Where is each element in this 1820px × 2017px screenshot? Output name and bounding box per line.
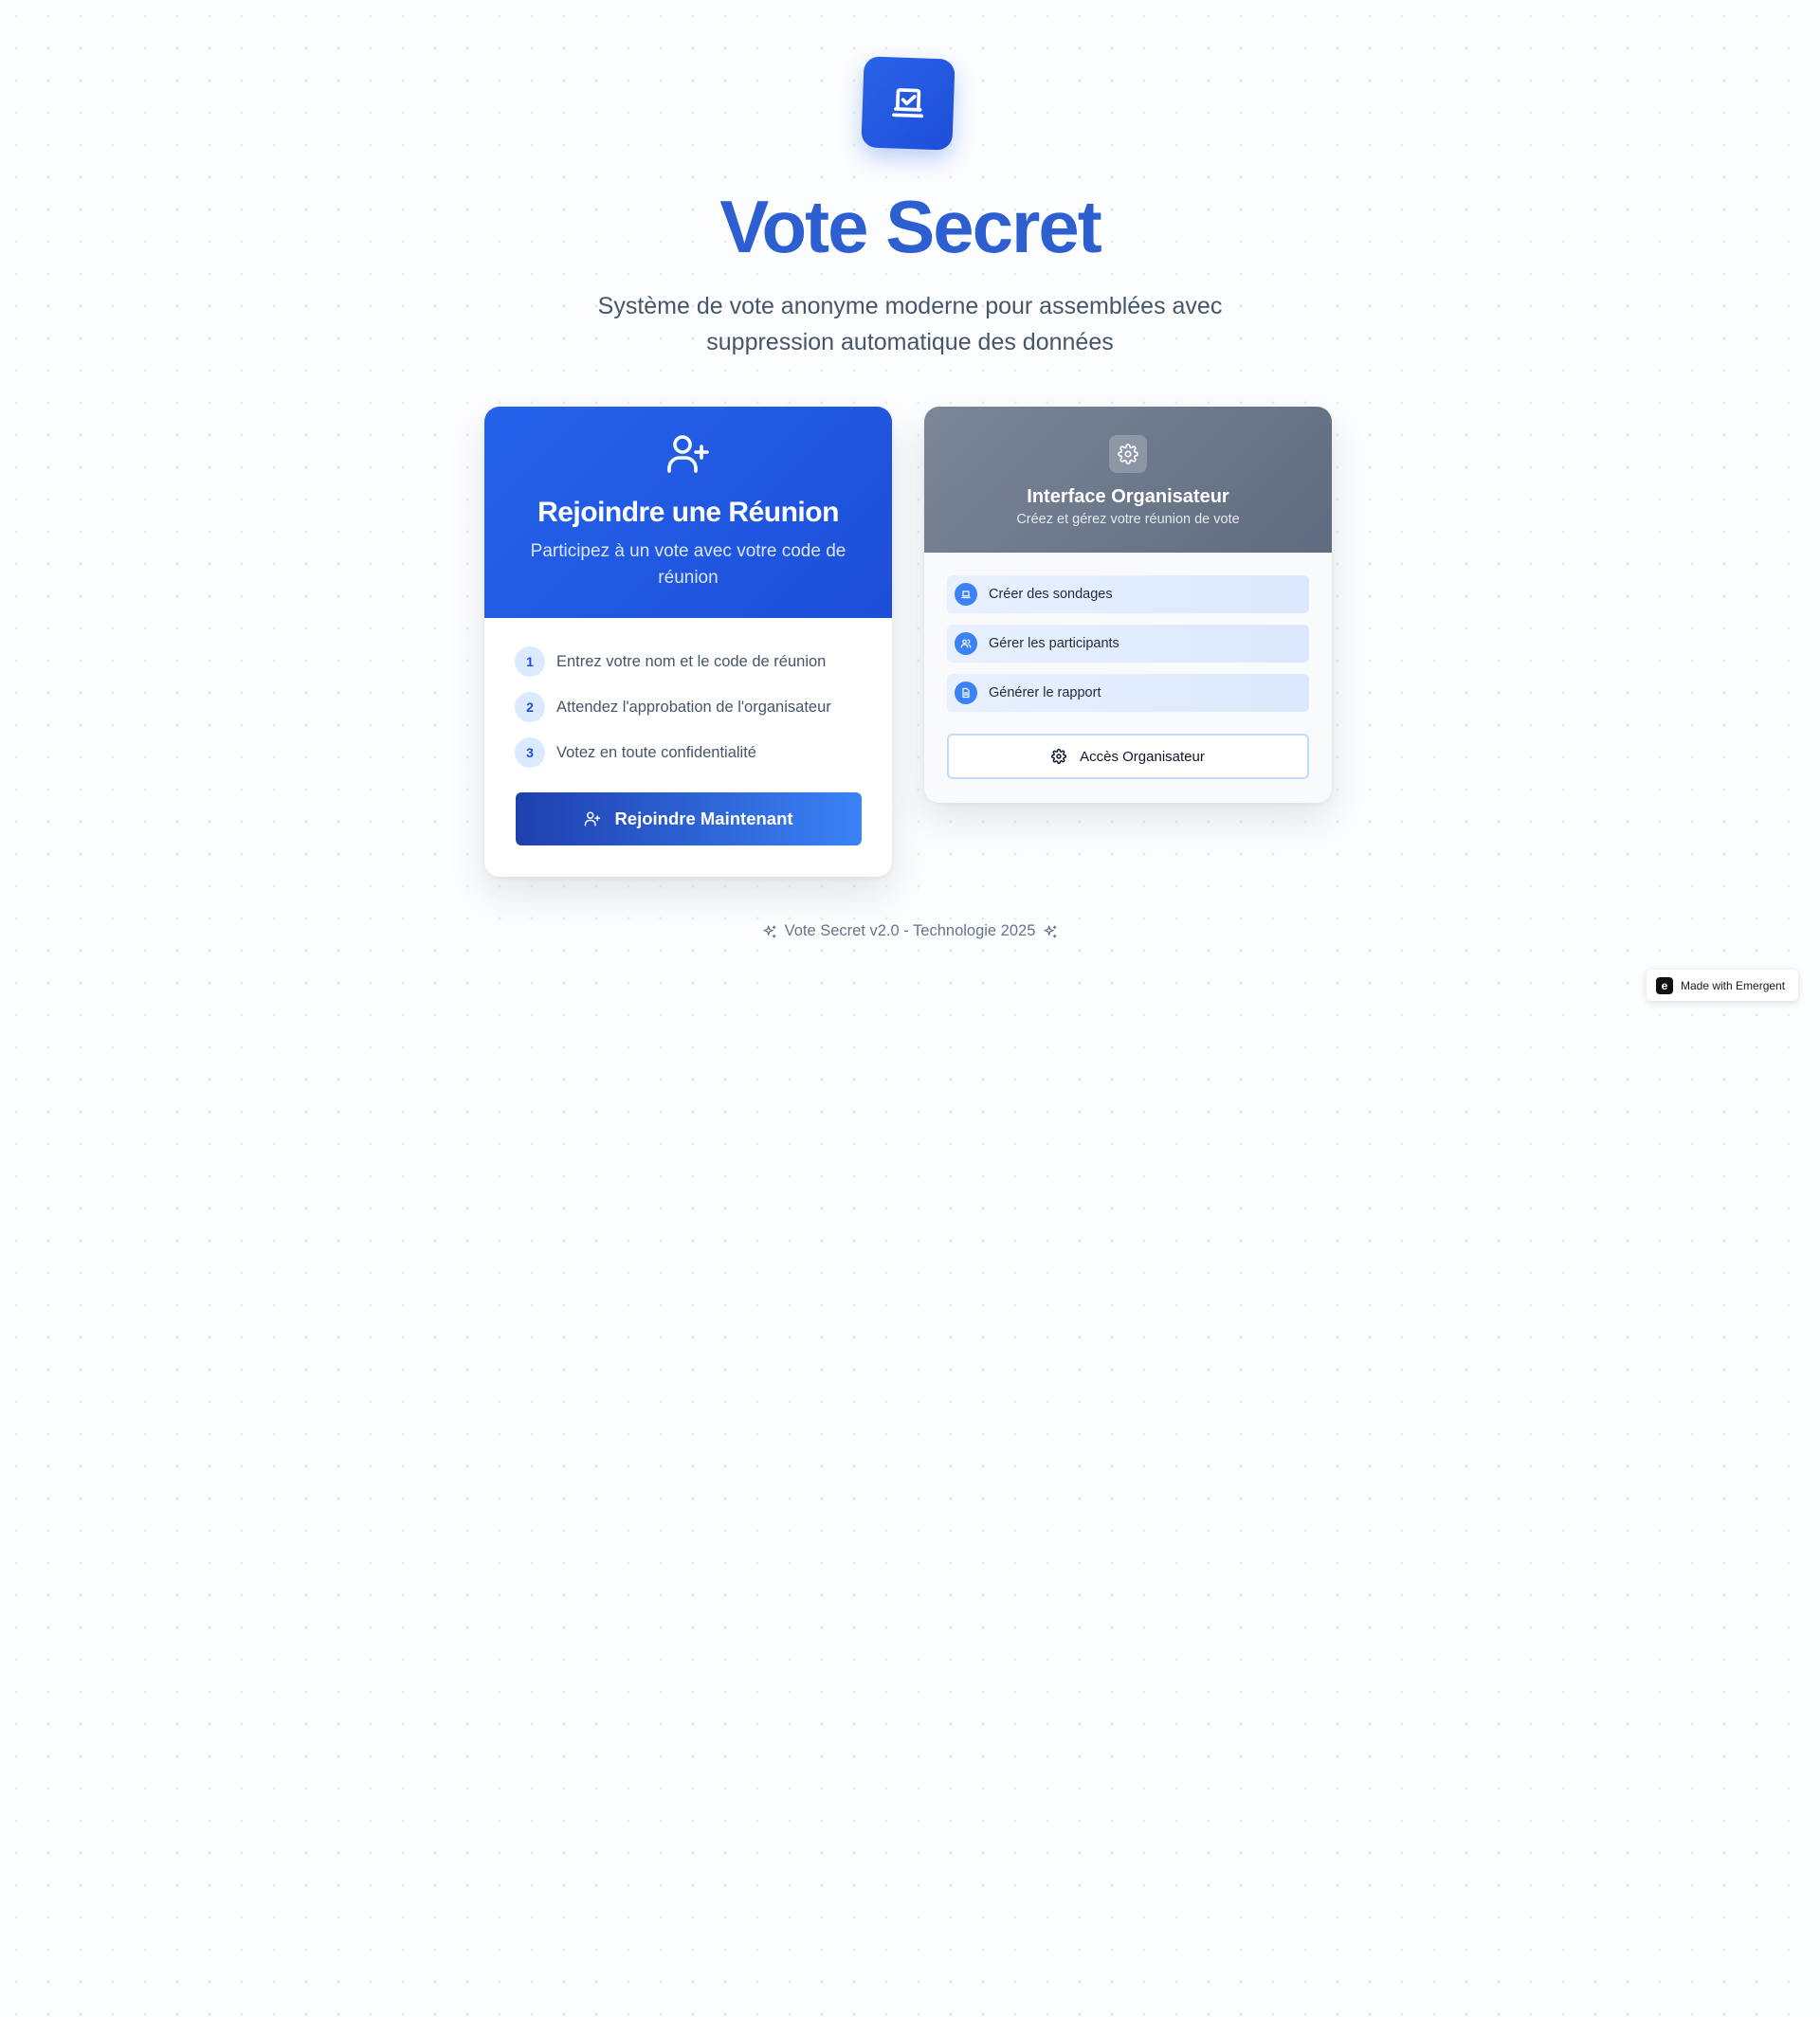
- footer: Vote Secret v2.0 - Technologie 2025: [0, 922, 1820, 940]
- feature-text: Gérer les participants: [989, 636, 1119, 651]
- subtitle-line-2: suppression automatique des données: [706, 329, 1114, 355]
- made-with-emergent-badge[interactable]: e Made with Emergent: [1647, 970, 1798, 1001]
- step-item: 2 Attendez l'approbation de l'organisate…: [515, 684, 862, 730]
- badge-text: Made with Emergent: [1681, 978, 1786, 992]
- join-card-header: Rejoindre une Réunion Participez à un vo…: [484, 407, 892, 618]
- users-icon: [955, 632, 977, 655]
- organizer-features-list: Créer des sondages Gérer les participant…: [924, 553, 1332, 712]
- feature-generate-report: Générer le rapport: [947, 674, 1309, 712]
- step-number: 1: [515, 646, 545, 677]
- step-item: 3 Votez en toute confidentialité: [515, 730, 862, 775]
- user-plus-icon: [667, 435, 709, 473]
- step-text: Attendez l'approbation de l'organisateur: [556, 698, 831, 716]
- gear-icon: [1118, 444, 1138, 464]
- join-meeting-card: Rejoindre une Réunion Participez à un vo…: [484, 407, 892, 877]
- join-card-title: Rejoindre une Réunion: [537, 497, 839, 528]
- gear-icon: [1051, 749, 1067, 764]
- ballot-icon: [955, 583, 977, 606]
- feature-manage-participants: Gérer les participants: [947, 625, 1309, 663]
- organizer-access-button[interactable]: Accès Organisateur: [947, 734, 1309, 779]
- sparkles-icon: [1044, 924, 1058, 938]
- ballot-check-icon: [892, 88, 924, 118]
- user-plus-icon: [585, 811, 601, 827]
- footer-text: Vote Secret v2.0 - Technologie 2025: [784, 922, 1036, 939]
- organizer-card-header: Interface Organisateur Créez et gérez vo…: [924, 407, 1332, 553]
- subtitle-line-1: Système de vote anonyme moderne pour ass…: [597, 293, 1223, 319]
- emergent-logo-icon: e: [1656, 976, 1673, 994]
- organizer-card: Interface Organisateur Créez et gérez vo…: [924, 407, 1332, 803]
- organizer-icon-box: [1109, 435, 1147, 473]
- join-now-label: Rejoindre Maintenant: [614, 809, 793, 828]
- document-icon: [955, 681, 977, 704]
- feature-text: Créer des sondages: [989, 587, 1113, 602]
- app-logo: [861, 56, 956, 151]
- feature-text: Générer le rapport: [989, 685, 1101, 700]
- sparkles-icon: [762, 924, 776, 938]
- organizer-card-title: Interface Organisateur: [1027, 486, 1229, 507]
- join-card-subtitle: Participez à un vote avec votre code de …: [530, 541, 846, 588]
- step-number: 3: [515, 737, 545, 768]
- page-subtitle: Système de vote anonyme moderne pour ass…: [531, 288, 1289, 360]
- organizer-card-subtitle: Créez et gérez votre réunion de vote: [1016, 512, 1240, 527]
- join-now-button[interactable]: Rejoindre Maintenant: [516, 792, 862, 845]
- step-text: Votez en toute confidentialité: [556, 743, 756, 761]
- step-number: 2: [515, 692, 545, 722]
- feature-create-polls: Créer des sondages: [947, 575, 1309, 613]
- page-title: Vote Secret: [719, 185, 1101, 268]
- organizer-access-label: Accès Organisateur: [1080, 748, 1205, 765]
- step-item: 1 Entrez votre nom et le code de réunion: [515, 639, 862, 684]
- join-steps-list: 1 Entrez votre nom et le code de réunion…: [484, 618, 892, 775]
- step-text: Entrez votre nom et le code de réunion: [556, 652, 827, 670]
